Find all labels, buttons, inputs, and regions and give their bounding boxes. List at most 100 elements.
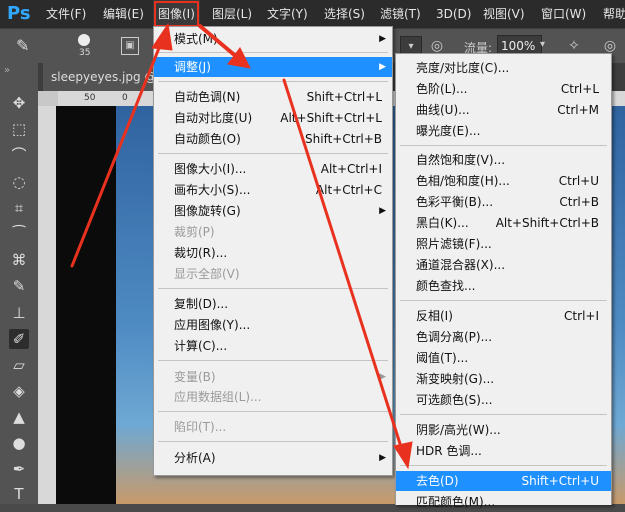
menu-3d[interactable]: 3D(D): [436, 0, 471, 28]
ruler-mark: 50: [84, 93, 96, 103]
menu-item-auto-contrast[interactable]: 自动对比度(U) Alt+Shift+Ctrl+L: [154, 108, 392, 128]
menu-item-label: 图像大小(I)...: [174, 162, 247, 176]
menu-item-trim[interactable]: 裁切(R)...: [154, 243, 392, 263]
menu-item-desaturate[interactable]: 去色(D) Shift+Ctrl+U: [396, 471, 611, 491]
menu-item-auto-color[interactable]: 自动颜色(O) Shift+Ctrl+B: [154, 129, 392, 149]
menu-item-label: 画布大小(S)...: [174, 183, 251, 197]
menu-shortcut: Shift+Ctrl+U: [521, 474, 599, 488]
menu-item-curves[interactable]: 曲线(U)... Ctrl+M: [396, 100, 611, 120]
menu-item-exposure[interactable]: 曝光度(E)...: [396, 121, 611, 141]
menu-item-hdr-toning[interactable]: HDR 色调...: [396, 441, 611, 461]
brush-panel-icon[interactable]: ▣: [121, 37, 139, 55]
menu-item-label: 黑白(K)...: [416, 216, 469, 230]
menu-shortcut: Alt+Shift+Ctrl+B: [495, 216, 599, 230]
eraser-tool-icon[interactable]: ▱: [9, 355, 29, 375]
menu-separator: [158, 441, 388, 442]
menu-item-channel-mixer[interactable]: 通道混合器(X)...: [396, 255, 611, 275]
menu-item-match-color[interactable]: 匹配颜色(M)...: [396, 492, 611, 512]
menu-item-color-lookup[interactable]: 颜色查找...: [396, 276, 611, 296]
paint-bucket-tool-icon[interactable]: ◈: [9, 381, 29, 401]
history-brush-tool-icon[interactable]: ✐: [9, 329, 29, 349]
menu-select[interactable]: 选择(S): [324, 0, 365, 28]
menu-separator: [400, 465, 607, 466]
menu-filter[interactable]: 滤镜(T): [380, 0, 421, 28]
menu-item-auto-tone[interactable]: 自动色调(N) Shift+Ctrl+L: [154, 87, 392, 107]
menu-item-threshold[interactable]: 阈值(T)...: [396, 348, 611, 368]
menu-item-label: 显示全部(V): [174, 267, 240, 281]
menu-item-color-balance[interactable]: 色彩平衡(B)... Ctrl+B: [396, 192, 611, 212]
pen-tool-icon[interactable]: ✒: [9, 459, 29, 479]
menu-item-shadows-highlights[interactable]: 阴影/高光(W)...: [396, 420, 611, 440]
menu-item-selective-color[interactable]: 可选颜色(S)...: [396, 390, 611, 410]
quick-select-tool-icon[interactable]: ◌: [9, 172, 29, 192]
lasso-tool-icon[interactable]: ⌒: [9, 145, 29, 165]
brush-tool-icon[interactable]: ✎: [16, 36, 36, 56]
brush-preset-icon[interactable]: [78, 34, 90, 46]
menu-separator: [158, 288, 388, 289]
menu-layer[interactable]: 图层(L): [212, 0, 252, 28]
crop-tool-icon[interactable]: ⌗: [9, 198, 29, 218]
ruler-mark: 0: [122, 93, 128, 103]
menu-item-label: 曲线(U)...: [416, 103, 470, 117]
type-tool-icon[interactable]: T: [9, 484, 29, 504]
brush-tool-icon[interactable]: ✎: [9, 276, 29, 296]
tools-panel: » ✥ ⬚ ⌒ ◌ ⌗ ⁀ ⌘ ✎ ⊥ ✐ ▱ ◈ ▲ ● ✒ T: [0, 63, 39, 504]
menu-item-photo-filter[interactable]: 照片滤镜(F)...: [396, 234, 611, 254]
menu-item-label: 颜色查找...: [416, 279, 476, 293]
menu-item-label: 应用图像(Y)...: [174, 318, 251, 332]
healing-tool-icon[interactable]: ⌘: [9, 250, 29, 270]
menu-separator: [400, 300, 607, 301]
move-tool-icon[interactable]: ✥: [9, 93, 29, 113]
menu-item-label: 渐变映射(G)...: [416, 372, 495, 386]
menu-item-label: 计算(C)...: [174, 339, 228, 353]
menu-item-label: 阴影/高光(W)...: [416, 423, 501, 437]
menu-item-adjust[interactable]: 调整(J) ▶: [154, 57, 392, 77]
menu-image[interactable]: 图像(I): [153, 0, 200, 28]
menu-item-calculations[interactable]: 计算(C)...: [154, 336, 392, 356]
chevron-down-icon[interactable]: ▾: [540, 39, 545, 50]
menu-item-label: 匹配颜色(M)...: [416, 495, 496, 509]
menu-item-label: 曝光度(E)...: [416, 124, 481, 138]
dodge-tool-icon[interactable]: ●: [9, 433, 29, 453]
menu-item-gradient-map[interactable]: 渐变映射(G)...: [396, 369, 611, 389]
menu-view[interactable]: 视图(V): [483, 0, 525, 28]
menu-item-duplicate[interactable]: 复制(D)...: [154, 294, 392, 314]
marquee-tool-icon[interactable]: ⬚: [9, 119, 29, 139]
menu-file[interactable]: 文件(F): [46, 0, 86, 28]
adjustments-submenu: 亮度/对比度(C)... 色阶(L)... Ctrl+L 曲线(U)... Ct…: [395, 53, 612, 509]
eyedropper-tool-icon[interactable]: ⁀: [9, 224, 29, 244]
menu-item-hue-saturation[interactable]: 色相/饱和度(H)... Ctrl+U: [396, 171, 611, 191]
image-menu: 模式(M) ▶ 调整(J) ▶ 自动色调(N) Shift+Ctrl+L 自动对…: [153, 26, 393, 476]
menu-item-analysis[interactable]: 分析(A) ▶: [154, 448, 392, 468]
stamp-tool-icon[interactable]: ⊥: [9, 303, 29, 323]
menu-item-posterize[interactable]: 色调分离(P)...: [396, 327, 611, 347]
menu-item-label: 自然饱和度(V)...: [416, 153, 506, 167]
menu-item-trap: 陷印(T)...: [154, 417, 392, 437]
menu-shortcut: Ctrl+L: [560, 82, 599, 96]
menu-shortcut: Alt+Ctrl+C: [315, 183, 382, 197]
menu-item-mode[interactable]: 模式(M) ▶: [154, 29, 392, 49]
menu-item-apply-image[interactable]: 应用图像(Y)...: [154, 315, 392, 335]
menu-item-label: 去色(D): [416, 474, 459, 488]
menu-item-invert[interactable]: 反相(I) Ctrl+I: [396, 306, 611, 326]
collapse-icon[interactable]: »: [4, 65, 10, 76]
menu-item-vibrance[interactable]: 自然饱和度(V)...: [396, 150, 611, 170]
menu-item-label: 变量(B): [174, 370, 216, 384]
menu-item-label: 阈值(T)...: [416, 351, 469, 365]
menu-help[interactable]: 帮助: [603, 0, 625, 28]
menu-item-levels[interactable]: 色阶(L)... Ctrl+L: [396, 79, 611, 99]
menu-item-label: 自动对比度(U): [174, 111, 253, 125]
menu-separator: [158, 52, 388, 53]
menu-item-crop: 裁剪(P): [154, 222, 392, 242]
menu-item-canvas-size[interactable]: 画布大小(S)... Alt+Ctrl+C: [154, 180, 392, 200]
blur-tool-icon[interactable]: ▲: [9, 407, 29, 427]
menu-item-image-size[interactable]: 图像大小(I)... Alt+Ctrl+I: [154, 159, 392, 179]
menu-edit[interactable]: 编辑(E): [103, 0, 144, 28]
menu-window[interactable]: 窗口(W): [541, 0, 586, 28]
menu-item-black-white[interactable]: 黑白(K)... Alt+Shift+Ctrl+B: [396, 213, 611, 233]
menu-item-image-rotation[interactable]: 图像旋转(G) ▶: [154, 201, 392, 221]
menu-shortcut: Ctrl+B: [559, 195, 599, 209]
menu-item-label: 色阶(L)...: [416, 82, 468, 96]
menu-item-brightness-contrast[interactable]: 亮度/对比度(C)...: [396, 58, 611, 78]
menu-type[interactable]: 文字(Y): [267, 0, 308, 28]
